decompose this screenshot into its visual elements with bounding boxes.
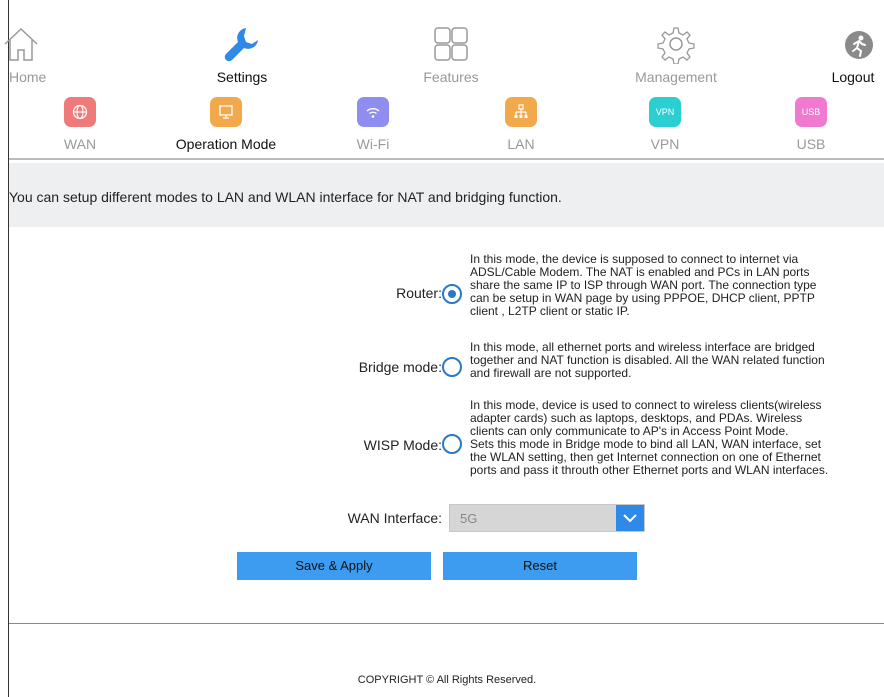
nav-home[interactable]: Home: [0, 0, 69, 90]
tab-usb-label: USB: [796, 136, 826, 152]
subnav-divider: [9, 158, 884, 160]
wisp-mode-label: WISP Mode:: [363, 437, 442, 453]
bridge-mode-description: In this mode, all ethernet ports and wir…: [470, 341, 884, 380]
save-apply-button[interactable]: Save & Apply: [237, 552, 431, 580]
router-label: Router:: [396, 285, 442, 301]
home-icon: [1, 24, 41, 64]
router-radio[interactable]: [442, 284, 462, 304]
footer-divider: [9, 623, 884, 624]
nav-settings[interactable]: Settings: [202, 0, 282, 90]
info-bar: You can setup different modes to LAN and…: [9, 163, 884, 227]
wan-interface-label: WAN Interface:: [347, 510, 442, 526]
tab-operation-mode-label: Operation Mode: [175, 136, 277, 152]
nav-management-label: Management: [635, 69, 717, 85]
nav-settings-label: Settings: [216, 69, 268, 85]
nav-features[interactable]: Features: [411, 0, 491, 90]
tab-usb[interactable]: USB USB: [751, 95, 871, 158]
vpn-icon: VPN: [649, 97, 681, 127]
desc-line: ports and pass it throuth other Ethernet…: [470, 463, 829, 477]
gear-icon: [656, 24, 696, 65]
router-description: In this mode, the device is supposed to …: [470, 253, 884, 318]
tab-wan-label: WAN: [63, 136, 97, 152]
reset-button[interactable]: Reset: [443, 552, 637, 580]
wisp-mode-radio[interactable]: [442, 434, 462, 454]
bridge-mode-radio[interactable]: [442, 357, 462, 377]
nav-logout[interactable]: Logout: [823, 0, 883, 90]
page-frame: Home Settings Features Management Logout: [4, 0, 884, 697]
wrench-icon: [222, 24, 262, 64]
tab-vpn[interactable]: VPN VPN: [605, 95, 725, 158]
tab-vpn-label: VPN: [650, 136, 680, 152]
tab-wifi[interactable]: Wi-Fi: [313, 95, 433, 158]
wan-interface-value: 5G: [460, 511, 478, 526]
copyright-text: COPYRIGHT © All Rights Reserved.: [357, 674, 537, 686]
tab-wan[interactable]: WAN: [20, 95, 140, 158]
nav-home-label: Home: [9, 69, 47, 85]
grid-icon: [431, 24, 471, 64]
tab-operation-mode[interactable]: Operation Mode: [166, 95, 286, 158]
wan-interface-select[interactable]: 5G: [449, 504, 645, 532]
wifi-icon: [357, 97, 389, 127]
nav-features-label: Features: [423, 69, 479, 85]
bridge-mode-label: Bridge mode:: [358, 359, 442, 375]
usb-icon: USB: [795, 97, 827, 127]
top-nav: Home Settings Features Management Logout: [4, 0, 884, 90]
monitor-icon: [210, 97, 242, 127]
info-text: You can setup different modes to LAN and…: [9, 189, 562, 205]
nav-management[interactable]: Management: [626, 0, 726, 90]
tab-wifi-label: Wi-Fi: [356, 136, 390, 152]
desc-line: client , L2TP client or static IP.: [470, 304, 630, 318]
tab-lan[interactable]: LAN: [461, 95, 581, 158]
logout-icon: [839, 24, 879, 64]
tab-lan-label: LAN: [507, 136, 535, 152]
desc-line: and firewall are not supported.: [470, 366, 632, 380]
network-icon: [505, 97, 537, 127]
sub-nav: WAN Operation Mode Wi-Fi LAN VPN VPN USB: [9, 95, 884, 158]
nav-logout-label: Logout: [831, 69, 875, 85]
globe-icon: [64, 97, 96, 127]
wisp-mode-description: In this mode, device is used to connect …: [470, 399, 884, 477]
chevron-down-icon[interactable]: [616, 505, 644, 531]
